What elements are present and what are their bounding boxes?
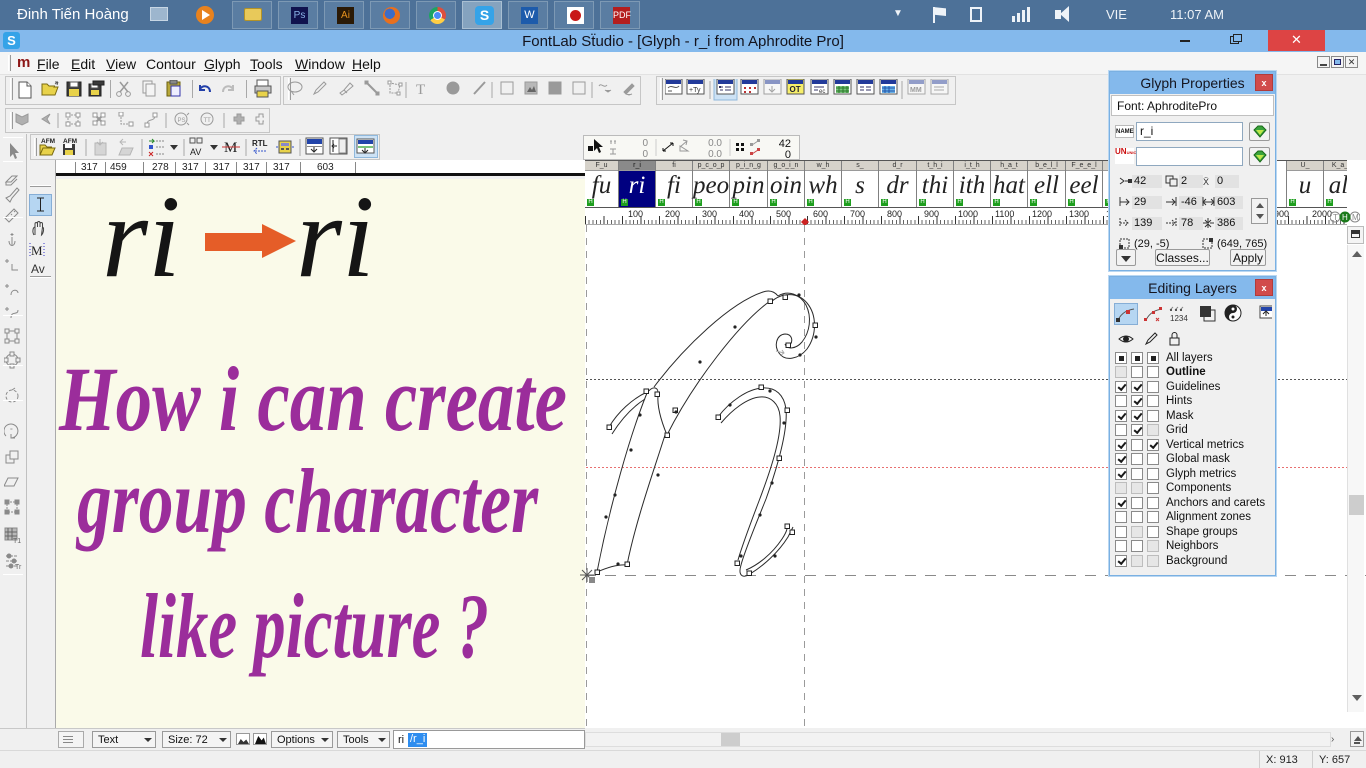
svg-text:Ẍ: Ẍ bbox=[1203, 177, 1209, 187]
svg-text:T: T bbox=[416, 82, 425, 98]
svg-text:AV: AV bbox=[190, 147, 201, 157]
svg-text:M: M bbox=[1352, 213, 1359, 222]
svg-text:M: M bbox=[31, 243, 43, 258]
svg-text:0.0: 0.0 bbox=[708, 138, 722, 149]
svg-text:1234: 1234 bbox=[1170, 314, 1188, 323]
svg-text:PS: PS bbox=[178, 118, 186, 124]
svg-text:M: M bbox=[224, 140, 237, 156]
svg-text:0: 0 bbox=[642, 149, 648, 158]
svg-text:T1: T1 bbox=[13, 538, 21, 545]
svg-text:+Ty: +Ty bbox=[689, 87, 701, 94]
svg-text:0: 0 bbox=[642, 138, 648, 149]
svg-text:0: 0 bbox=[785, 149, 791, 158]
svg-text:AFM: AFM bbox=[41, 138, 55, 145]
svg-text:Tr: Tr bbox=[15, 564, 22, 571]
svg-text:°: ° bbox=[10, 427, 13, 435]
svg-text:MM: MM bbox=[910, 87, 922, 94]
svg-text:TT: TT bbox=[204, 118, 212, 124]
svg-text:0.0: 0.0 bbox=[708, 149, 722, 158]
svg-text:RTL: RTL bbox=[252, 139, 268, 148]
svg-text:H: H bbox=[1342, 213, 1348, 222]
svg-text:T: T bbox=[1333, 213, 1338, 222]
svg-text:Av: Av bbox=[31, 262, 45, 276]
svg-text:AFM: AFM bbox=[63, 138, 77, 145]
svg-text:ec: ec bbox=[819, 89, 825, 95]
svg-text:OT: OT bbox=[790, 85, 801, 94]
